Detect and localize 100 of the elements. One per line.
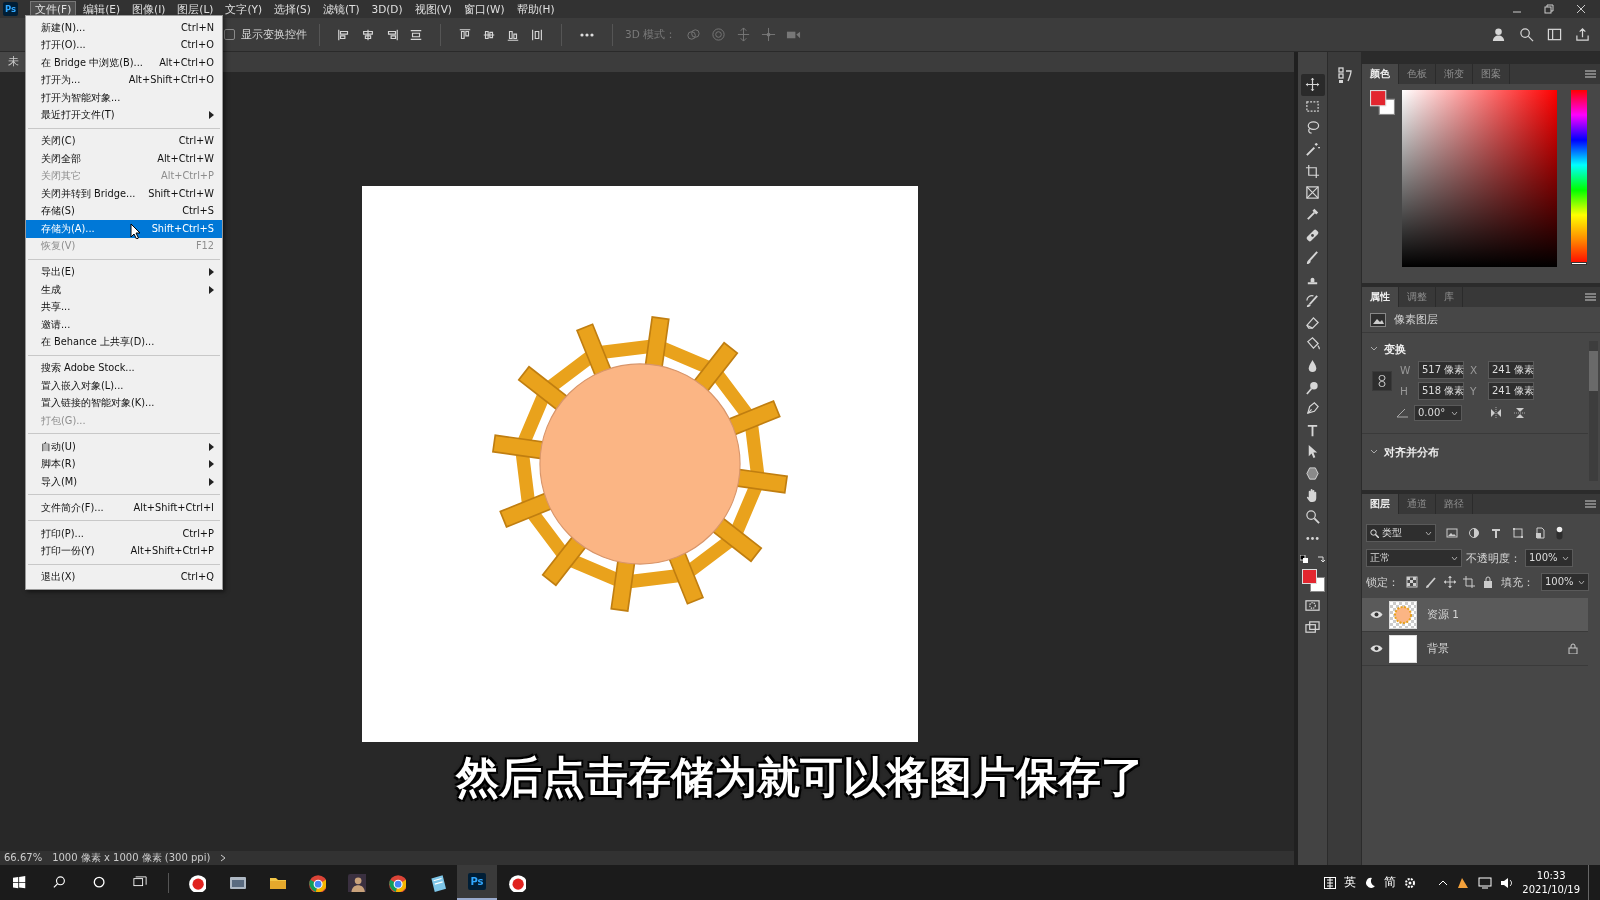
restore-icon[interactable] [1544, 4, 1554, 14]
menu-item[interactable]: 脚本(R) [26, 455, 222, 473]
input-field[interactable]: 517 像素 [1418, 361, 1464, 379]
default-colors-icon[interactable] [1299, 555, 1308, 564]
menu-item[interactable]: 导入(M) [26, 473, 222, 491]
menu-item[interactable]: 邀请... [26, 316, 222, 334]
keyboard-icon[interactable] [1324, 876, 1337, 889]
slider-thumb[interactable] [1571, 262, 1587, 265]
menu-item[interactable]: 在 Behance 上共享(D)... [26, 333, 222, 351]
caret-down-icon[interactable] [1451, 410, 1458, 416]
chevron-down-icon[interactable] [1370, 346, 1378, 352]
dodge-icon[interactable] [1305, 379, 1320, 395]
zoom-icon[interactable] [1305, 509, 1320, 525]
menu-item[interactable]: 关闭并转到 Bridge... Shift+Ctrl+W [26, 185, 222, 203]
menu-bar-item[interactable]: 图层(L) [172, 0, 219, 18]
menu-item[interactable]: 打开为智能对象... [26, 89, 222, 107]
menu-bar-item[interactable]: 帮助(H) [511, 0, 560, 18]
eye-icon[interactable] [1370, 610, 1383, 619]
artboard-icon[interactable] [1463, 576, 1475, 588]
lasso-icon[interactable] [1305, 120, 1320, 136]
browser-icon[interactable] [308, 873, 326, 892]
menu-item[interactable]: 在 Bridge 中浏览(B)... Alt+Ctrl+O [26, 54, 222, 72]
brush-icon[interactable] [1305, 250, 1320, 266]
align-icon[interactable] [458, 27, 472, 42]
panel-menu-icon[interactable] [1585, 500, 1596, 508]
menu-item[interactable]: 打开(O)... Ctrl+O [26, 36, 222, 54]
menu-item[interactable]: 打开为... Alt+Shift+Ctrl+O [26, 71, 222, 89]
color-swatches-icon[interactable] [1301, 569, 1325, 593]
move-icon[interactable] [1305, 77, 1320, 93]
history-brush-icon[interactable] [1305, 293, 1320, 309]
menu-item[interactable]: 打印一份(Y) Alt+Shift+Ctrl+P [26, 542, 222, 560]
distribute-icon[interactable] [409, 27, 423, 42]
input-field[interactable]: 518 像素 [1418, 382, 1464, 400]
fill-field[interactable]: 100% [1541, 573, 1589, 591]
circle-icon[interactable] [93, 875, 107, 890]
input-mode[interactable]: 简 [1384, 875, 1397, 890]
scrollbar[interactable] [1589, 341, 1598, 481]
menu-item[interactable]: 导出(E) [26, 263, 222, 281]
chevron-down-icon[interactable] [1370, 449, 1378, 455]
search-icon[interactable] [1519, 27, 1534, 42]
panel-tab[interactable]: 颜色 [1362, 64, 1399, 84]
menu-item[interactable]: 最近打开文件(T) [26, 106, 222, 124]
menu-bar-item[interactable]: 滤镜(T) [317, 0, 365, 18]
section-title[interactable]: 对齐并分布 [1384, 445, 1439, 459]
input-field[interactable]: 241 像素 [1488, 382, 1534, 400]
filter-toggle-icon[interactable] [1556, 526, 1563, 540]
brush-icon[interactable] [1425, 576, 1437, 588]
menu-item[interactable]: 存储(S) Ctrl+S [26, 202, 222, 220]
screen-mode-icon[interactable] [1305, 619, 1320, 635]
windows-start-icon[interactable] [13, 875, 27, 890]
section-title[interactable]: 变换 [1384, 342, 1406, 356]
menu-bar-item[interactable]: 窗口(W) [458, 0, 510, 18]
menu-bar-item[interactable]: 选择(S) [269, 0, 316, 18]
lock-icon[interactable] [1482, 576, 1494, 588]
lock-icon[interactable] [1568, 643, 1578, 654]
3d-tool-icon[interactable] [761, 27, 777, 42]
menu-bar-item[interactable]: 视图(V) [409, 0, 457, 18]
close-icon[interactable] [1576, 4, 1586, 14]
figure-icon[interactable] [348, 873, 366, 892]
hue-slider[interactable] [1571, 90, 1587, 265]
adjustment-filter-icon[interactable] [1468, 527, 1480, 539]
link-button[interactable] [1372, 370, 1392, 391]
chevron-up-icon[interactable] [1438, 879, 1449, 886]
flip-vertical-icon[interactable] [1514, 407, 1526, 419]
menu-bar-item[interactable]: 文字(Y) [220, 0, 267, 18]
app-window-icon[interactable] [228, 874, 246, 891]
type-tool-icon[interactable] [1305, 422, 1320, 438]
layer-row[interactable]: 背景 [1362, 632, 1588, 666]
align-icon[interactable] [337, 27, 351, 42]
menu-item[interactable]: 共享... [26, 298, 222, 316]
shape-filter-icon[interactable] [1512, 527, 1524, 539]
menu-bar-item[interactable]: 3D(D) [366, 0, 408, 18]
menu-item[interactable]: 新建(N)... Ctrl+N [26, 19, 222, 37]
browser-icon[interactable] [388, 873, 406, 892]
align-icon[interactable] [361, 27, 375, 42]
marquee-icon[interactable] [1305, 98, 1320, 114]
lock-transparency-icon[interactable] [1406, 576, 1418, 588]
menu-item[interactable]: 文件简介(F)... Alt+Shift+Ctrl+I [26, 499, 222, 517]
share-icon[interactable] [1575, 27, 1590, 42]
swap-colors-icon[interactable] [1316, 555, 1326, 565]
panel-menu-icon[interactable] [1585, 293, 1596, 301]
eye-icon[interactable] [1370, 644, 1383, 653]
menu-item[interactable]: 搜索 Adobe Stock... [26, 359, 222, 377]
crop-icon[interactable] [1305, 163, 1320, 179]
menu-item[interactable]: 关闭全部 Alt+Ctrl+W [26, 150, 222, 168]
panel-menu-icon[interactable] [1585, 70, 1596, 78]
move-icon[interactable] [1444, 576, 1456, 588]
menu-item[interactable]: 自动(U) [26, 438, 222, 456]
angle-field[interactable]: 0.00° [1414, 405, 1462, 421]
volume-icon[interactable] [1500, 876, 1515, 889]
pixel-filter-icon[interactable] [1446, 527, 1458, 539]
clock-time[interactable]: 10:33 [1536, 869, 1566, 883]
input-field[interactable]: 241 像素 [1488, 361, 1534, 379]
paint-bucket-icon[interactable] [1305, 336, 1320, 352]
menu-item[interactable]: 置入嵌入对象(L)... [26, 377, 222, 395]
workspace-icon[interactable] [1547, 27, 1562, 42]
search-icon[interactable] [53, 875, 67, 890]
eraser-icon[interactable] [1305, 314, 1320, 330]
align-icon[interactable] [530, 27, 544, 42]
user-icon[interactable] [1491, 27, 1506, 42]
